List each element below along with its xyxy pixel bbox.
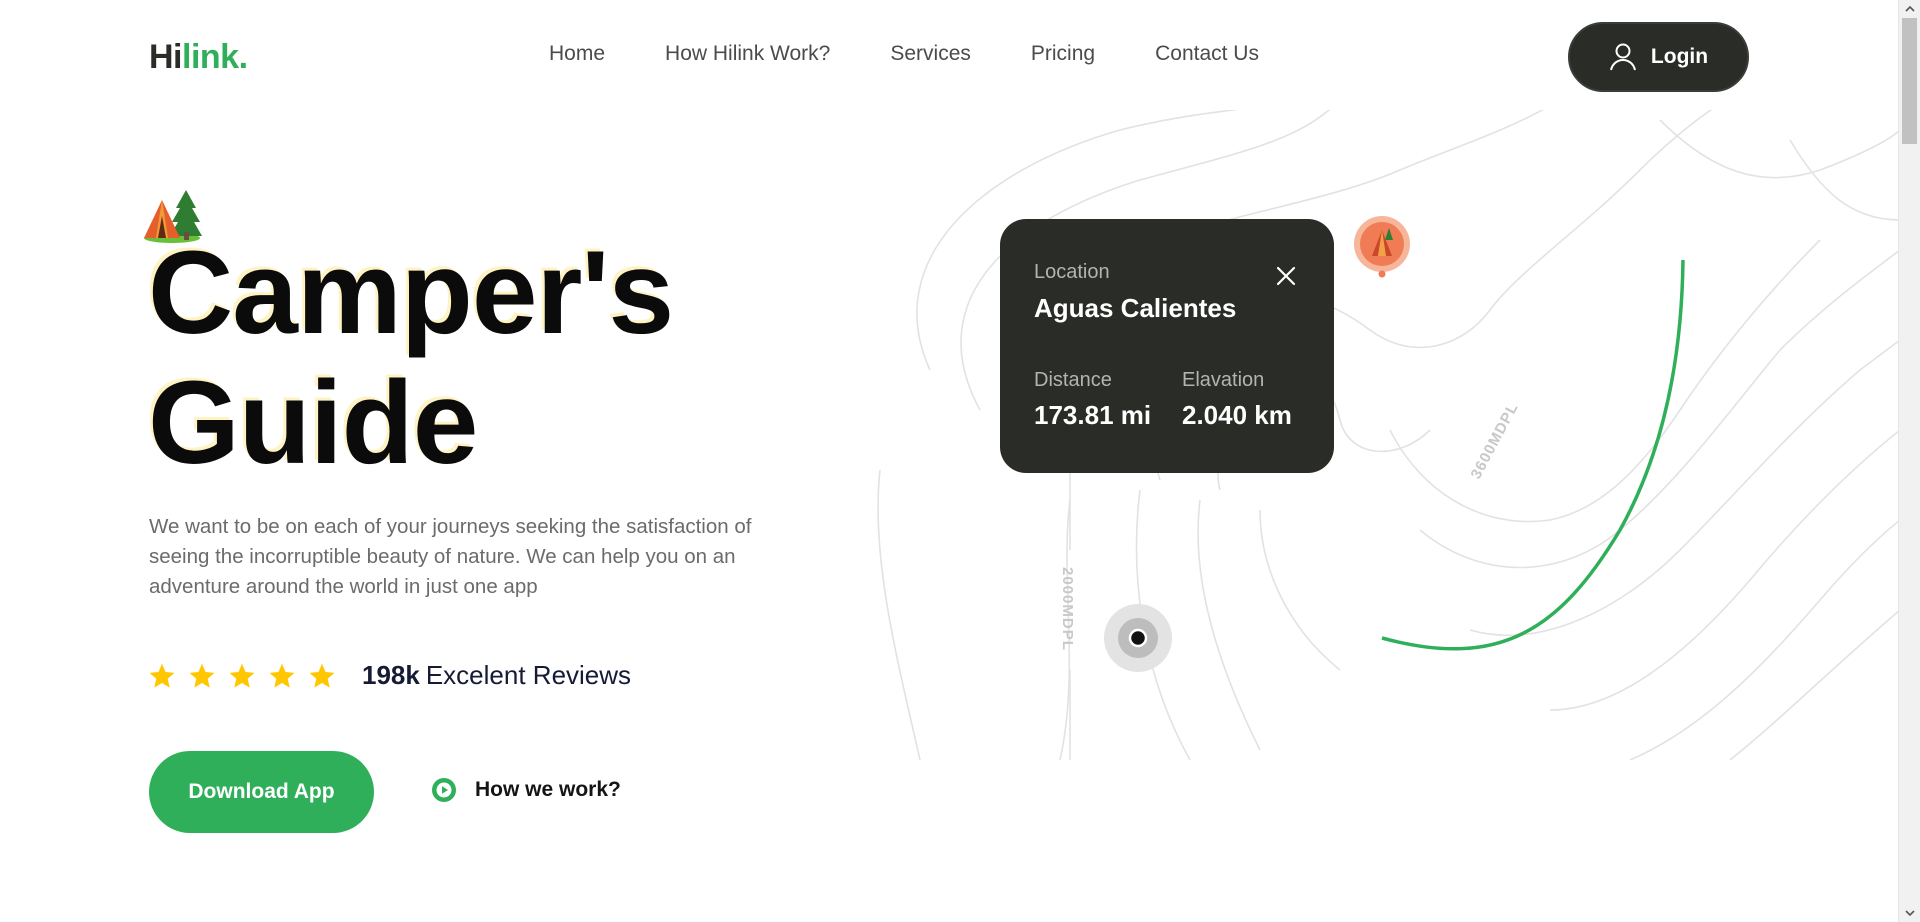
main-nav: Home How Hilink Work? Services Pricing C… — [549, 40, 1319, 68]
start-marker-dot — [1128, 628, 1148, 648]
nav-services[interactable]: Services — [890, 40, 971, 68]
star-icon — [229, 663, 255, 688]
destination-pin-icon — [1354, 216, 1410, 278]
hero-title: Camper's Guide — [148, 227, 674, 489]
location-name: Aguas Calientes — [1034, 293, 1237, 323]
nav-contact[interactable]: Contact Us — [1155, 40, 1259, 68]
logo-dark-text: Hi — [149, 38, 183, 76]
elevation-stat: Elavation 2.040 km — [1182, 369, 1292, 431]
review-count: 198k — [362, 660, 420, 690]
scroll-up-arrow-icon[interactable] — [1904, 3, 1916, 15]
nav-home[interactable]: Home — [549, 40, 605, 68]
play-icon — [432, 778, 456, 802]
hero-title-line2: Guide — [148, 357, 478, 489]
page: Hilink. Home How Hilink Work? Services P… — [0, 0, 1898, 922]
nav-how-it-works[interactable]: How Hilink Work? — [665, 40, 830, 68]
login-label: Login — [1650, 45, 1709, 68]
elevation-value: 2.040 km — [1182, 400, 1292, 430]
hero-title-line1: Camper's — [148, 227, 674, 359]
star-icon — [269, 663, 295, 688]
elevation-label: Elavation — [1182, 369, 1265, 391]
vertical-scrollbar[interactable] — [1898, 0, 1920, 922]
contour-label-3600: 3600MDPL — [1468, 400, 1522, 482]
user-icon — [1609, 43, 1636, 71]
star-icon — [149, 663, 175, 688]
contour-label-2000: 2000MDPL — [1059, 567, 1076, 651]
how-we-work-link[interactable]: How we work? — [431, 777, 621, 803]
location-card: Location Aguas Calientes Distance 173.81… — [1000, 219, 1334, 473]
route-line — [1381, 259, 1685, 651]
hero-description: We want to be on each of your journeys s… — [149, 515, 752, 598]
close-icon[interactable] — [1274, 264, 1298, 288]
scrollbar-thumb[interactable] — [1902, 18, 1917, 144]
review-text: Excelent Reviews — [425, 660, 632, 690]
distance-stat: Distance 173.81 mi — [1034, 369, 1151, 431]
distance-value: 173.81 mi — [1034, 400, 1152, 430]
login-button[interactable]: Login — [1568, 22, 1749, 92]
star-rating — [148, 662, 336, 690]
distance-label: Distance — [1034, 369, 1112, 391]
rating: 198k Excelent Reviews — [148, 660, 631, 691]
scroll-down-arrow-icon[interactable] — [1904, 907, 1916, 919]
how-we-work-label: How we work? — [475, 778, 621, 801]
nav-pricing[interactable]: Pricing — [1031, 40, 1095, 68]
star-icon — [309, 663, 335, 688]
logo[interactable]: Hilink. — [149, 38, 248, 77]
location-label: Location — [1034, 261, 1110, 283]
logo-accent-text: link. — [182, 38, 248, 76]
download-app-button[interactable]: Download App — [149, 751, 374, 833]
star-icon — [189, 663, 215, 688]
